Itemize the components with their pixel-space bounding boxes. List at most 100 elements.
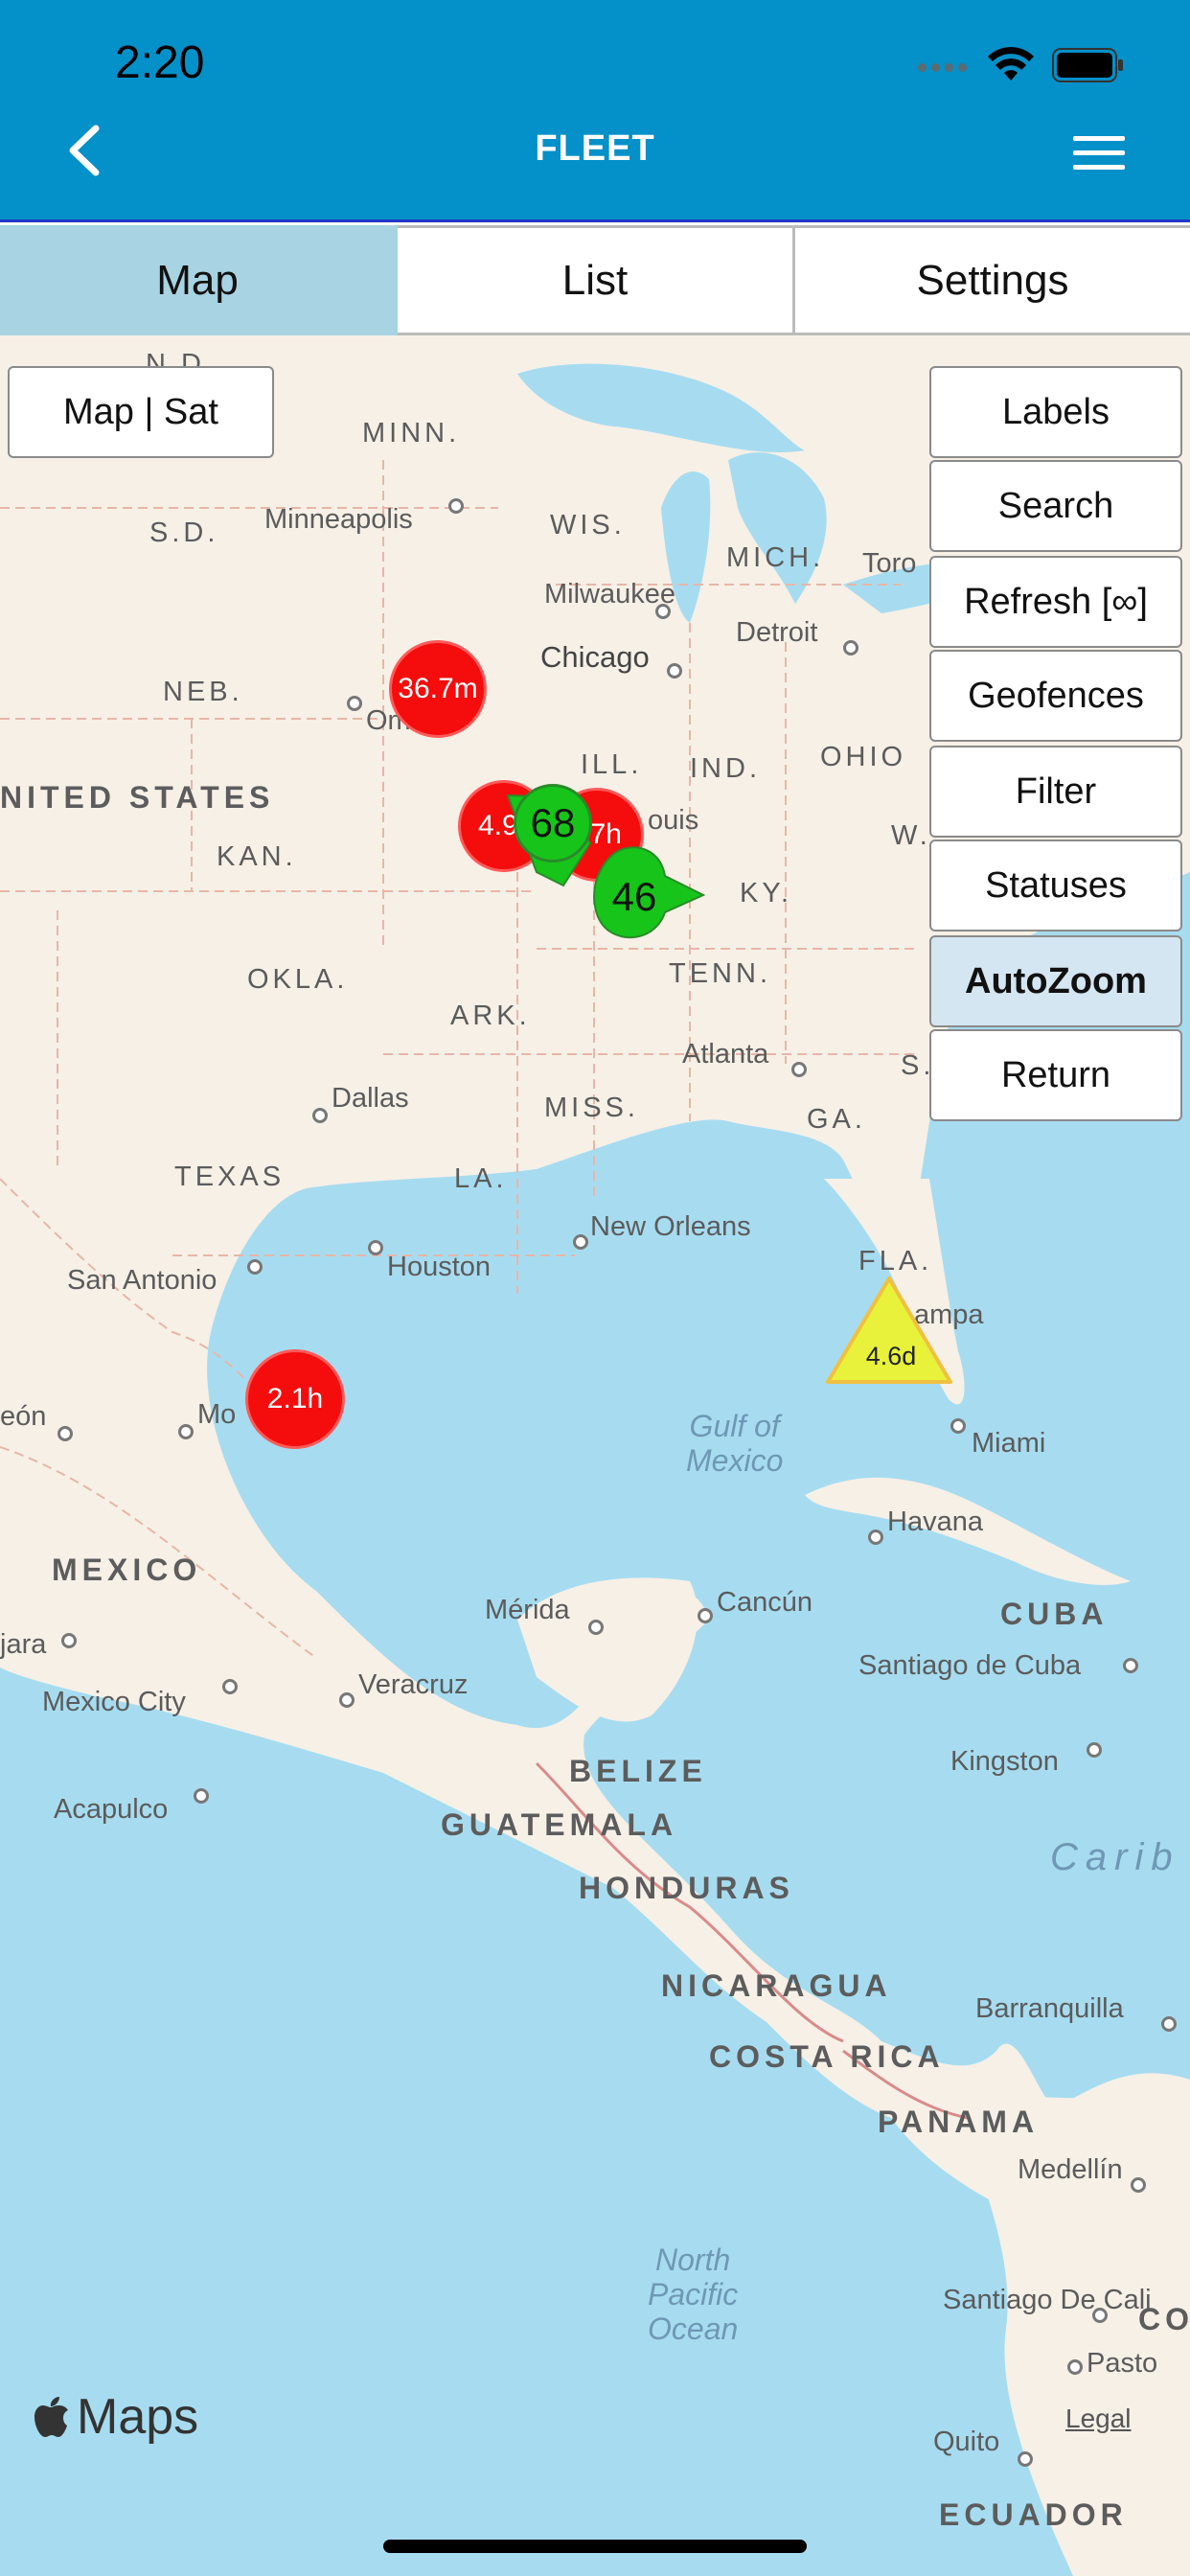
map-label-carib: Carib: [1050, 1836, 1180, 1878]
map-label: Santiago De Cali: [943, 2285, 1152, 2315]
city-dot: [194, 1788, 209, 1804]
city-dot: [347, 696, 362, 711]
map-label: ouis: [648, 805, 699, 836]
map-label: eón: [0, 1401, 47, 1432]
city-dot: [1018, 2451, 1033, 2467]
map-label: KAN.: [217, 841, 297, 872]
apple-maps-attribution: Maps: [34, 2388, 198, 2446]
city-dot: [950, 1418, 966, 1434]
map-label: Santiago de Cuba: [858, 1650, 1082, 1681]
map-label: MICH.: [726, 542, 825, 573]
tab-bar: Map List Settings: [0, 225, 1190, 335]
city-dot: [222, 1679, 238, 1694]
map-label: PANAMA: [878, 2104, 1040, 2139]
city-dot: [573, 1234, 588, 1250]
map-label: Quito: [933, 2426, 1000, 2457]
map-label: TENN.: [669, 958, 771, 989]
vehicle-marker-red[interactable]: 2.1h: [245, 1349, 345, 1449]
labels-button[interactable]: Labels: [929, 366, 1182, 458]
map-label: CO: [1138, 2302, 1190, 2336]
city-dot: [448, 498, 464, 514]
page-title: FLEET: [535, 128, 655, 169]
map-label: Kingston: [950, 1746, 1059, 1777]
city-dot: [791, 1062, 807, 1077]
home-indicator[interactable]: [383, 2540, 807, 2553]
map-label: Chicago: [540, 640, 650, 674]
map-view[interactable]: N.D. MINN. S.D. Minneapolis WIS. MICH. T…: [0, 335, 1190, 2576]
tab-map[interactable]: Map: [0, 225, 398, 335]
map-label: ARK.: [450, 1000, 531, 1031]
city-dot: [1123, 1658, 1138, 1673]
map-label: BELIZE: [569, 1754, 707, 1788]
map-label: MINN.: [362, 418, 461, 448]
vehicle-cluster-green[interactable]: 46: [596, 859, 673, 935]
city-dot: [843, 640, 858, 656]
city-dot: [588, 1620, 604, 1635]
city-dot: [1131, 2177, 1146, 2193]
map-label: WIS.: [550, 510, 626, 540]
map-label: NITED STATES: [0, 780, 275, 815]
city-dot: [1092, 2308, 1108, 2323]
map-label: Pasto: [1087, 2348, 1158, 2379]
vehicle-marker-red[interactable]: 36.7m: [389, 640, 487, 738]
map-label: Toro: [862, 548, 917, 579]
map-label: MEXICO: [52, 1552, 202, 1587]
map-label: OHIO: [820, 742, 907, 772]
map-label: TEXAS: [174, 1162, 286, 1192]
geofences-button[interactable]: Geofences: [929, 650, 1182, 742]
city-dot: [368, 1240, 383, 1255]
map-label: Havana: [887, 1506, 983, 1537]
search-button[interactable]: Search: [929, 460, 1182, 552]
city-dot: [1087, 1742, 1102, 1758]
map-label: Houston: [387, 1252, 492, 1282]
return-button[interactable]: Return: [929, 1029, 1182, 1121]
map-label: jara: [0, 1629, 47, 1660]
apple-logo-icon: [34, 2397, 68, 2437]
tab-list[interactable]: List: [398, 225, 795, 335]
city-dot: [178, 1424, 194, 1439]
map-label: W.: [891, 820, 931, 851]
city-dot: [667, 663, 682, 678]
map-label: Minneapolis: [264, 504, 413, 535]
map-label: Dallas: [332, 1083, 409, 1114]
tab-settings[interactable]: Settings: [795, 225, 1190, 335]
battery-icon: [1052, 48, 1123, 82]
map-label: LA.: [454, 1163, 508, 1194]
map-label: Detroit: [736, 617, 818, 648]
map-label: San Antonio: [67, 1265, 217, 1296]
hamburger-menu-icon[interactable]: [1073, 132, 1129, 174]
refresh-button[interactable]: Refresh [∞]: [929, 556, 1182, 648]
cellular-signal-icon: [918, 63, 970, 75]
filter-button[interactable]: Filter: [929, 746, 1182, 838]
statuses-button[interactable]: Statuses: [929, 840, 1182, 932]
map-label: IND.: [690, 753, 761, 784]
vehicle-cluster-green[interactable]: 68: [514, 784, 592, 862]
city-dot: [655, 604, 671, 619]
map-label: KY.: [740, 878, 793, 908]
map-label: Mérida: [485, 1595, 570, 1625]
city-dot: [57, 1426, 73, 1441]
status-time: 2:20: [115, 37, 205, 88]
map-label: Mexico City: [42, 1687, 186, 1717]
city-dot: [61, 1633, 77, 1648]
map-label: NEB.: [163, 677, 243, 707]
map-label: Atlanta: [682, 1039, 769, 1070]
map-label: OKLA.: [247, 964, 349, 995]
city-dot: [312, 1108, 328, 1123]
map-label: Cancún: [717, 1587, 812, 1618]
map-label: Acapulco: [54, 1794, 169, 1825]
map-label: ECUADOR: [939, 2497, 1128, 2532]
map-label: Medellín: [1018, 2154, 1123, 2185]
map-label: GA.: [807, 1104, 866, 1135]
city-dot: [1067, 2359, 1083, 2375]
map-sat-toggle[interactable]: Map | Sat: [8, 366, 274, 458]
map-label: Miami: [972, 1428, 1046, 1459]
legal-link[interactable]: Legal: [1065, 2404, 1132, 2434]
wifi-icon: [988, 47, 1034, 80]
map-label: ILL.: [581, 749, 643, 780]
map-label: MISS.: [544, 1092, 639, 1123]
app-header: 2:20 FLEET: [0, 0, 1190, 222]
city-dot: [868, 1530, 883, 1545]
autozoom-button[interactable]: AutoZoom: [929, 935, 1182, 1027]
map-label: GUATEMALA: [441, 1807, 678, 1842]
